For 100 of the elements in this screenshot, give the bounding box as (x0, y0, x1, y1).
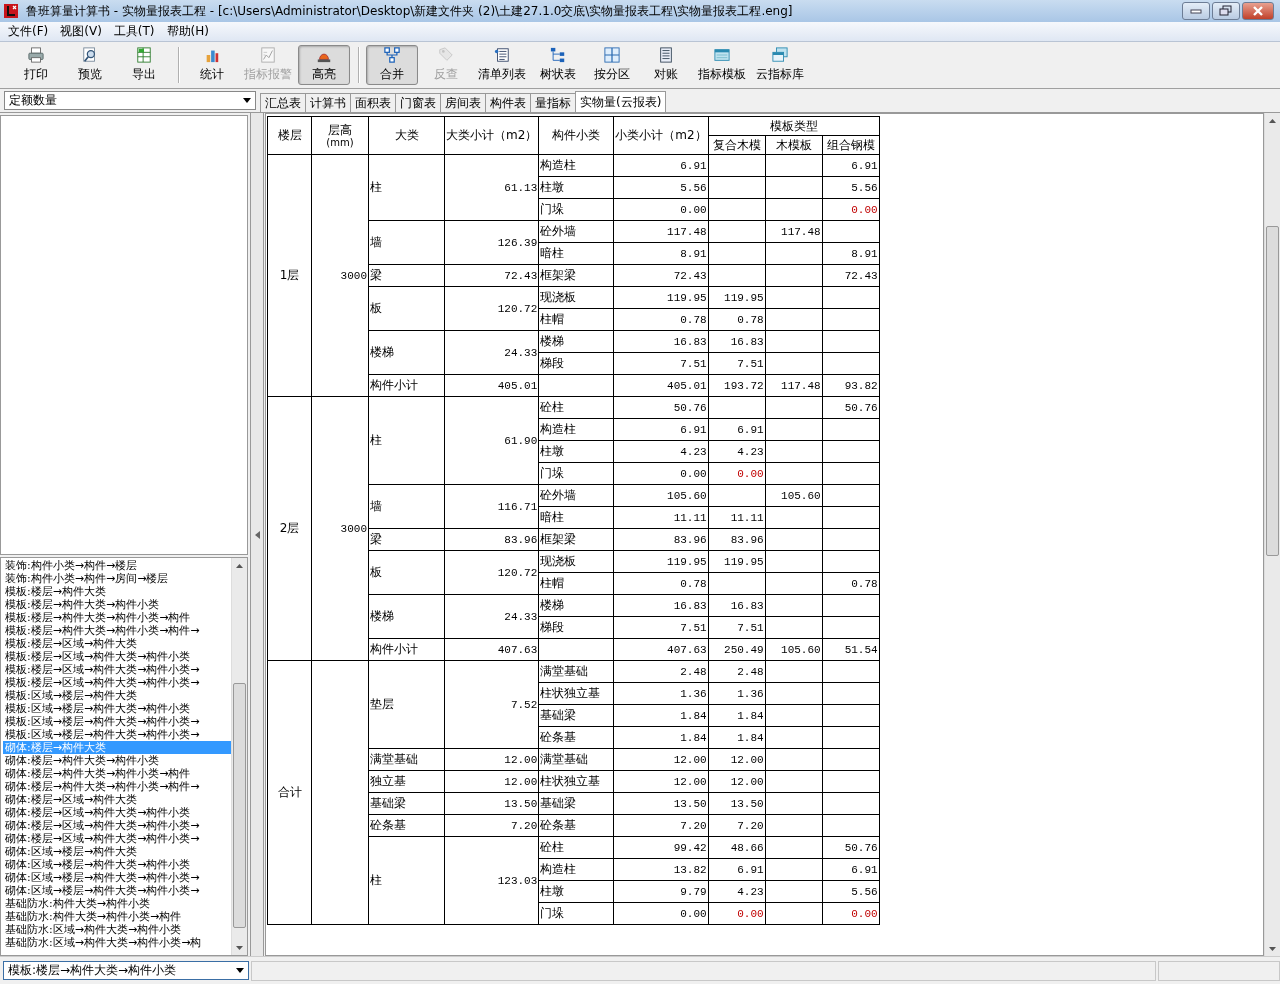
table-cell: 405.01 (444, 374, 539, 397)
menu-item[interactable]: 工具(T) (107, 23, 161, 40)
toolbar-button[interactable]: 统计 (186, 45, 238, 85)
table-cell: 24.33 (444, 594, 539, 639)
table-cell: 楼梯 (538, 330, 614, 353)
toolbar-button[interactable]: 清单列表 (474, 45, 530, 85)
list-item[interactable]: 模板:区域→楼层→构件大类→构件小类→ (3, 728, 231, 741)
list-item[interactable]: 装饰:构件小类→构件→房间→楼层 (3, 572, 231, 585)
logo-icon (4, 4, 18, 18)
table-cell: 7.20 (613, 814, 709, 837)
tab[interactable]: 汇总表 (260, 93, 306, 112)
list-item[interactable]: 模板:区域→楼层→构件大类 (3, 689, 231, 702)
toolbar-button[interactable]: 导出 (118, 45, 170, 85)
table-cell: 11.11 (708, 506, 766, 529)
table-cell: 框架梁 (538, 528, 614, 551)
toolbar-button[interactable]: 按分区 (586, 45, 638, 85)
list-item[interactable]: 模板:楼层→区域→构件大类→构件小类→ (3, 663, 231, 676)
table-cell: 0.00 (613, 462, 709, 485)
table-cell: 构造柱 (538, 418, 614, 441)
table-cell: 72.43 (613, 264, 709, 287)
list-item[interactable]: 模板:楼层→构件大类→构件小类 (3, 598, 231, 611)
menu-item[interactable]: 视图(V) (54, 23, 108, 40)
table-cell: 柱帽 (538, 572, 614, 595)
table-cell: 0.78 (613, 308, 709, 331)
network-icon (383, 47, 401, 63)
list-item[interactable]: 模板:楼层→构件大类 (3, 585, 231, 598)
menu-item[interactable]: 帮助(H) (160, 23, 215, 40)
list-item[interactable]: 模板:区域→楼层→构件大类→构件小类 (3, 702, 231, 715)
table-cell: 梁 (368, 528, 445, 551)
column-header: 构件小类 (538, 116, 614, 155)
table-cell: 板 (368, 550, 445, 595)
table-cell: 0.00 (708, 462, 766, 485)
table-cell: 13.50 (613, 792, 709, 815)
table-cell: 门垛 (538, 198, 614, 221)
close-button[interactable] (1242, 2, 1274, 20)
list-item[interactable]: 基础防水:构件大类→构件小类 (3, 897, 231, 910)
table-cell: 0.78 (822, 572, 880, 595)
table-cell: 83.96 (613, 528, 709, 551)
list-item[interactable]: 砌体:楼层→构件大类→构件小类 (3, 754, 231, 767)
table-cell: 基础梁 (538, 792, 614, 815)
table-cell: 250.49 (708, 638, 766, 661)
tab[interactable]: 门窗表 (395, 93, 441, 112)
list-icon (493, 47, 511, 63)
list-item[interactable]: 模板:楼层→区域→构件大类→构件小类 (3, 650, 231, 663)
list-item[interactable]: 砌体:楼层→区域→构件大类 (3, 793, 231, 806)
toolbar-button[interactable]: 树状表 (532, 45, 584, 85)
down-arrow-icon (1269, 946, 1276, 951)
list-item[interactable]: 砌体:楼层→构件大类→构件小类→构件→ (3, 780, 231, 793)
scrollbar[interactable] (231, 558, 247, 955)
report-dropdown[interactable]: 模板:楼层→构件大类→构件小类 (3, 961, 249, 980)
list-item[interactable]: 模板:楼层→构件大类→构件小类→构件→ (3, 624, 231, 637)
list-item[interactable]: 装饰:构件小类→构件→楼层 (3, 559, 231, 572)
list-item[interactable]: 砌体:楼层→区域→构件大类→构件小类→ (3, 832, 231, 845)
toolbar-button[interactable]: 对账 (640, 45, 692, 85)
tab[interactable]: 量指标 (530, 93, 576, 112)
table-cell: 50.76 (613, 396, 709, 419)
list-item[interactable]: 模板:楼层→区域→构件大类→构件小类→ (3, 676, 231, 689)
minimize-button[interactable] (1182, 2, 1210, 20)
table-cell: 8.91 (822, 242, 880, 265)
tab[interactable]: 计算书 (305, 93, 351, 112)
menu-item[interactable]: 文件(F) (2, 23, 55, 40)
list-item[interactable]: 砌体:区域→楼层→构件大类→构件小类→ (3, 884, 231, 897)
table-cell: 基础梁 (538, 704, 614, 727)
toolbar-button[interactable]: 打印 (10, 45, 62, 85)
list-item[interactable]: 基础防水:构件大类→构件小类→构件 (3, 910, 231, 923)
table-cell: 独立基 (368, 770, 445, 793)
table-cell: 1.84 (613, 726, 709, 749)
list-item[interactable]: 基础防水:区域→构件大类→构件小类→构 (3, 936, 231, 949)
list-item[interactable]: 砌体:区域→楼层→构件大类→构件小类 (3, 858, 231, 871)
toolbar-button[interactable]: 指标模板 (694, 45, 750, 85)
table-cell: 72.43 (444, 264, 539, 287)
list-item[interactable]: 模板:楼层→构件大类→构件小类→构件 (3, 611, 231, 624)
restore-button[interactable] (1212, 2, 1240, 20)
quantity-dropdown[interactable]: 定额数量 (4, 91, 256, 110)
list-item[interactable]: 砌体:楼层→区域→构件大类→构件小类→ (3, 819, 231, 832)
toolbar-button[interactable]: 合并 (366, 45, 418, 85)
list-item[interactable]: 基础防水:区域→构件大类→构件小类 (3, 923, 231, 936)
table-cell: 0.00 (708, 902, 766, 925)
tab[interactable]: 房间表 (440, 93, 486, 112)
table-cell: 105.60 (765, 484, 823, 507)
toolbar-button[interactable]: 云指标库 (752, 45, 808, 85)
table-cell: 12.00 (613, 770, 709, 793)
toolbar-button[interactable]: 高亮 (298, 45, 350, 85)
tab[interactable]: 面积表 (350, 93, 396, 112)
list-item[interactable]: 砌体:区域→楼层→构件大类→构件小类→ (3, 871, 231, 884)
list-item[interactable]: 模板:区域→楼层→构件大类→构件小类→ (3, 715, 231, 728)
scrollbar[interactable] (1264, 113, 1280, 956)
table-cell: 7.52 (444, 660, 539, 749)
list-item[interactable]: 砌体:楼层→构件大类→构件小类→构件 (3, 767, 231, 780)
list-item[interactable]: 砌体:楼层→区域→构件大类→构件小类 (3, 806, 231, 819)
up-arrow-icon (236, 563, 243, 568)
table-cell: 83.96 (444, 528, 539, 551)
table-cell: 12.00 (708, 770, 766, 793)
list-item[interactable]: 模板:楼层→区域→构件大类 (3, 637, 231, 650)
splitter[interactable] (250, 113, 264, 956)
toolbar-button[interactable]: 预览 (64, 45, 116, 85)
caret-icon (236, 968, 244, 973)
tab[interactable]: 实物量(云报表) (575, 91, 667, 112)
list-item[interactable]: 砌体:区域→楼层→构件大类 (3, 845, 231, 858)
tab[interactable]: 构件表 (485, 93, 531, 112)
